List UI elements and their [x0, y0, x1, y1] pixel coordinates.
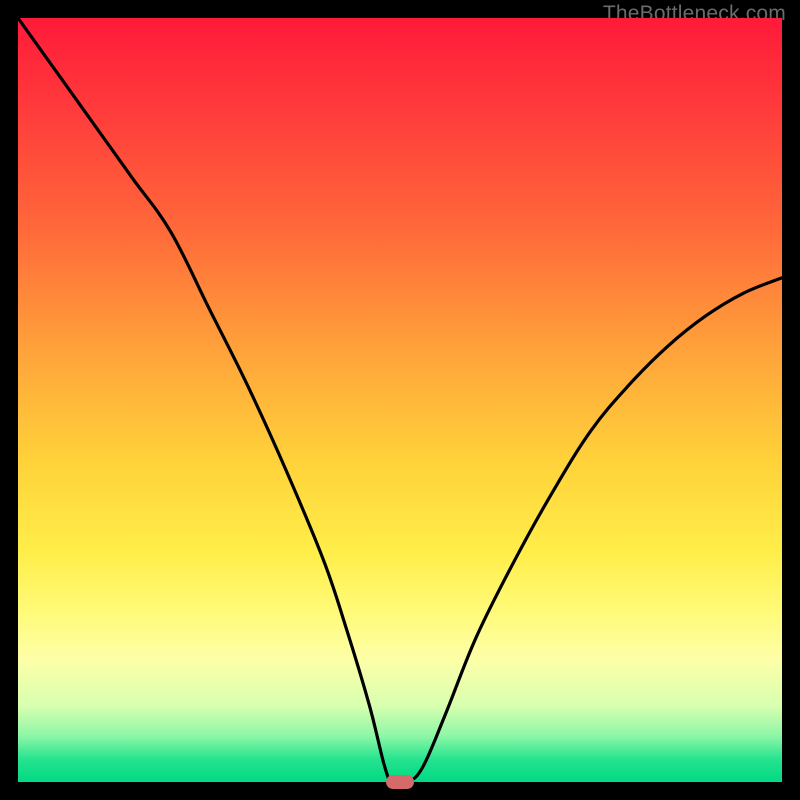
plot-area — [18, 18, 782, 782]
chart-frame: TheBottleneck.com — [0, 0, 800, 800]
optimal-marker — [386, 775, 414, 789]
bottleneck-curve — [18, 18, 782, 782]
